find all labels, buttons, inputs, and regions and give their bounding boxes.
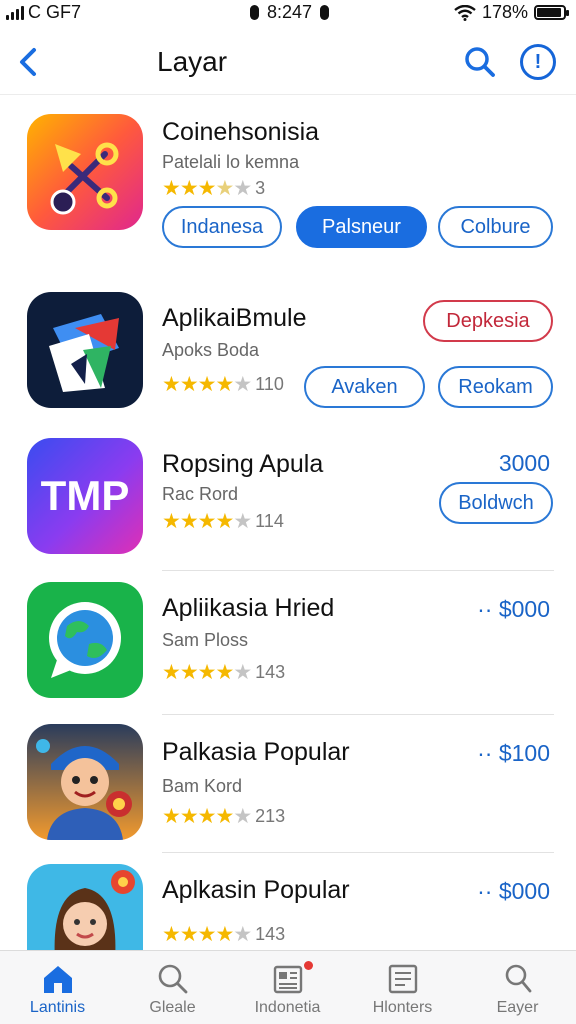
tab-bar: Lantinis Gleale Indonetia Hlonters Eayer <box>0 950 576 1024</box>
app-name: Palkasia Popular <box>162 738 350 766</box>
rating-count: 213 <box>255 806 286 826</box>
battery-percent: 178% <box>481 2 528 22</box>
app-icon[interactable] <box>27 864 143 950</box>
star-rating-icon: ★★★★★ <box>162 177 252 200</box>
nav-divider <box>0 94 576 95</box>
star-rating-icon: ★★★★★ <box>162 373 252 396</box>
app-icon[interactable] <box>27 582 143 698</box>
app-subtitle: Sam Ploss <box>162 630 249 650</box>
info-button[interactable]: ! <box>520 44 556 80</box>
tab-documents[interactable]: Hlonters <box>345 951 460 1024</box>
app-rating: ★★★★★ 213 <box>162 804 285 829</box>
document-icon <box>388 964 417 994</box>
app-name: Coinehsonisia <box>162 118 320 146</box>
cartoon-character-app-icon <box>27 724 143 840</box>
signal-icon <box>6 5 24 20</box>
tab-search[interactable]: Gleale <box>115 951 230 1024</box>
app-rating: ★★★★★ 143 <box>162 922 285 947</box>
scooter-app-icon <box>27 114 143 230</box>
status-time: 8:247 <box>267 2 313 22</box>
chip-button[interactable]: Boldwch <box>439 482 553 524</box>
tab-news[interactable]: Indonetia <box>230 951 345 1024</box>
star-rating-icon: ★★★★★ <box>162 805 252 828</box>
row-divider <box>162 852 554 853</box>
action-button[interactable]: Depkesia <box>423 300 553 342</box>
rating-count: 143 <box>255 662 286 682</box>
status-right: 178% <box>454 2 569 23</box>
camera-pill-icon <box>320 5 330 20</box>
star-rating-icon: ★★★★★ <box>162 923 252 946</box>
price-label: 3000 <box>498 450 550 476</box>
house-app-icon <box>27 292 143 408</box>
search-icon <box>465 47 495 77</box>
app-subtitle: Bam Kord <box>162 776 243 796</box>
row-divider <box>162 714 554 715</box>
notification-badge <box>304 961 313 970</box>
app-rating: ★★★★★ 3 <box>162 176 265 201</box>
chip-button[interactable]: Indanesa <box>162 206 282 248</box>
app-icon[interactable]: TMP <box>27 438 143 554</box>
row-divider <box>162 570 554 571</box>
price-label: ·· $000 <box>477 878 550 904</box>
search-button[interactable] <box>462 42 498 82</box>
app-icon[interactable] <box>27 114 143 230</box>
tab-label: Hlonters <box>372 999 433 1016</box>
app-icon[interactable] <box>27 724 143 840</box>
price-label: ·· $000 <box>477 596 550 622</box>
tab-profile[interactable]: Eayer <box>460 951 575 1024</box>
app-icon[interactable] <box>27 292 143 408</box>
info-icon: ! <box>534 50 542 73</box>
status-bar: C GF7 8:247 178% <box>0 0 576 24</box>
app-subtitle: Apoks Boda <box>162 340 260 360</box>
app-subtitle: Rac Rord <box>162 484 239 504</box>
nav-bar: Layar ! <box>0 32 576 92</box>
back-button[interactable] <box>14 42 44 82</box>
chat-globe-app-icon <box>27 582 143 698</box>
carrier-label: C GF7 <box>28 2 82 22</box>
status-center: 8:247 <box>250 2 330 23</box>
app-rating: ★★★★★ 143 <box>162 660 285 685</box>
tmp-logo-app-icon: TMP <box>27 438 143 554</box>
rating-count: 3 <box>255 178 266 198</box>
app-name: AplikaiBmule <box>162 304 307 332</box>
app-name: Apliikasia Hried <box>162 594 335 622</box>
app-name: Aplkasin Popular <box>162 876 350 904</box>
primary-chip-button[interactable]: Palsneur <box>296 206 427 248</box>
app-rating: ★★★★★ 114 <box>162 509 284 534</box>
woman-portrait-app-icon <box>27 864 143 950</box>
news-icon <box>273 965 302 994</box>
star-rating-icon: ★★★★★ <box>162 661 252 684</box>
rating-count: 114 <box>255 511 284 531</box>
tab-label: Lantinis <box>29 999 86 1016</box>
star-rating-icon: ★★★★★ <box>162 510 252 533</box>
lock-pill-icon <box>250 5 259 20</box>
tab-label: Indonetia <box>254 999 321 1016</box>
tab-label: Gleale <box>149 999 196 1016</box>
svg-text:TMP: TMP <box>41 472 130 519</box>
search-icon <box>158 964 187 994</box>
chevron-left-icon <box>20 48 36 76</box>
page-title: Layar <box>157 46 228 77</box>
tab-label: Eayer <box>496 999 539 1016</box>
rating-count: 110 <box>255 374 284 394</box>
chip-button[interactable]: Avaken <box>304 366 425 408</box>
home-icon <box>43 966 72 993</box>
battery-icon <box>534 5 569 20</box>
tab-home[interactable]: Lantinis <box>0 951 115 1024</box>
chip-button[interactable]: Colbure <box>438 206 553 248</box>
chip-button[interactable]: Reokam <box>438 366 553 408</box>
price-label: ·· $100 <box>477 740 550 766</box>
app-name: Ropsing Apula <box>162 450 324 478</box>
app-subtitle: Patelali lo kemna <box>162 152 300 172</box>
app-rating: ★★★★★ 110 <box>162 372 284 397</box>
wifi-icon <box>454 4 476 21</box>
rating-count: 143 <box>255 924 286 944</box>
status-left: C GF7 <box>6 2 81 23</box>
profile-icon <box>505 964 531 993</box>
